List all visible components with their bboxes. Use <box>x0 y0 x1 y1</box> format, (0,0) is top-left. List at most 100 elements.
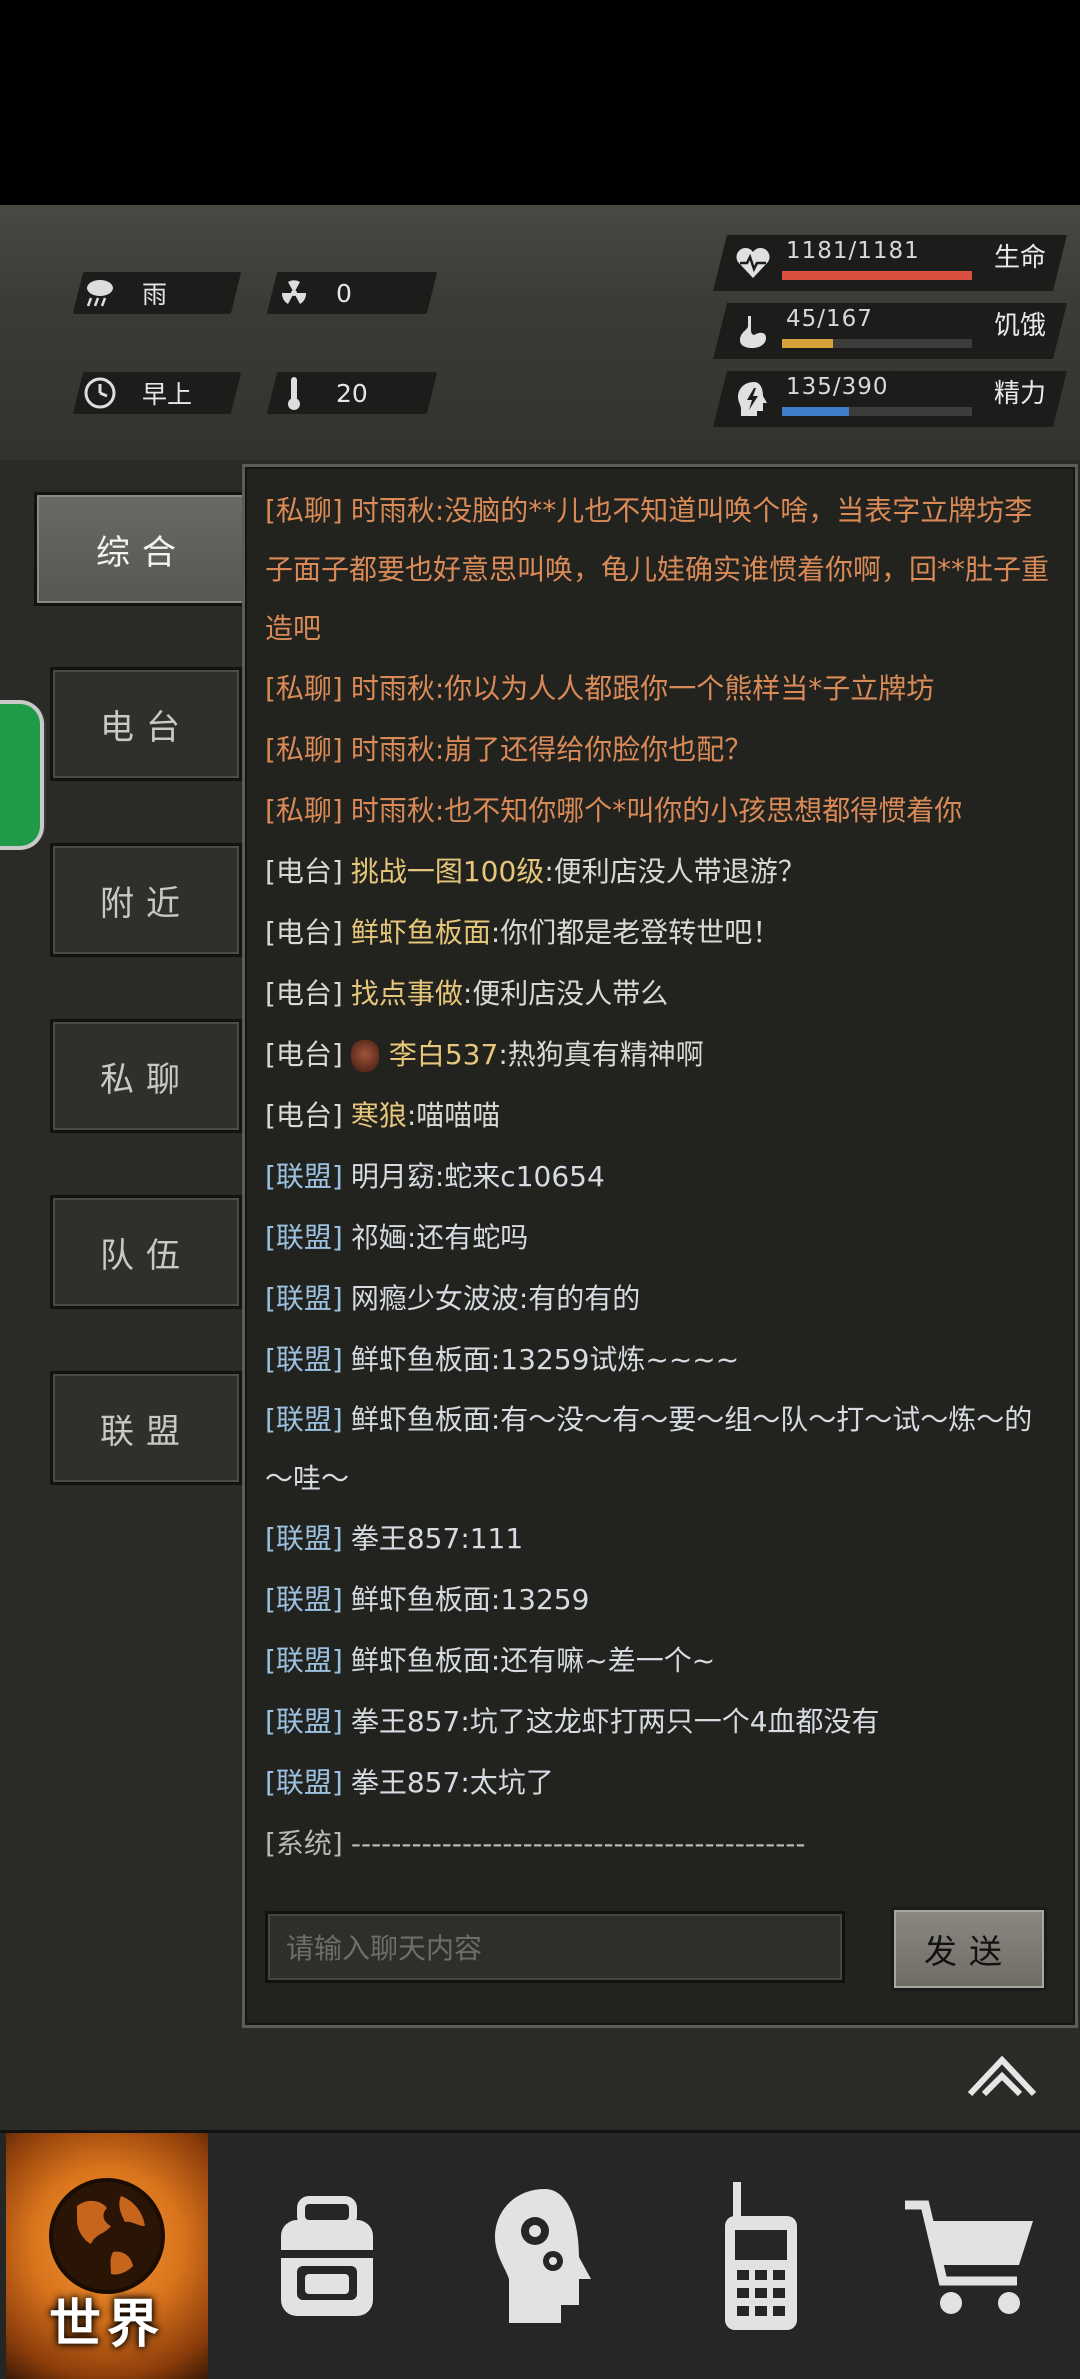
channel-tag: [联盟] <box>265 1282 343 1315</box>
sender-name[interactable]: 挑战一图100级 <box>351 855 544 888</box>
message-text: :还有蛇吗 <box>406 1221 529 1254</box>
chat-message[interactable]: [联盟] 明月窈:蛇来c10654 <box>265 1146 1055 1207</box>
message-text: :便利店没人带么 <box>462 977 669 1010</box>
tab-general[interactable]: 综合 <box>34 492 250 606</box>
chat-message[interactable]: [电台] 寒狼:喵喵喵 <box>265 1085 1055 1146</box>
message-text: ----------------------------------------… <box>350 1827 806 1860</box>
life-value: 1181/1181 <box>786 238 920 264</box>
sender-name[interactable]: 拳王857 <box>351 1705 460 1738</box>
tab-radio[interactable]: 电台 <box>50 667 242 781</box>
tab-private[interactable]: 私聊 <box>50 1019 242 1133</box>
chat-message[interactable]: [联盟] 鲜虾鱼板面:还有嘛~差一个~ <box>265 1630 1055 1691</box>
message-text: :也不知你哪个*叫你的小孩思想都得惯着你 <box>434 794 963 827</box>
hunger-label: 饥饿 <box>994 311 1047 341</box>
message-text: :你以为人人都跟你一个熊样当*子立牌坊 <box>434 672 935 705</box>
tab-alliance[interactable]: 联盟 <box>50 1371 242 1485</box>
chat-message[interactable]: [联盟] 拳王857:太坑了 <box>265 1752 1055 1813</box>
channel-tag: [私聊] <box>265 733 343 766</box>
heart-icon <box>734 244 772 282</box>
nav-radio-button[interactable] <box>654 2133 864 2379</box>
collapse-chevron-icon[interactable] <box>966 2050 1038 2100</box>
chat-message[interactable]: [联盟] 鲜虾鱼板面:13259 <box>265 1569 1055 1630</box>
sender-name[interactable]: 寒狼 <box>351 1099 407 1132</box>
life-label: 生命 <box>994 243 1047 273</box>
chat-message[interactable]: [联盟] 鲜虾鱼板面:13259试炼~~~~ <box>265 1329 1055 1390</box>
sender-name[interactable]: 拳王857 <box>351 1766 460 1799</box>
chat-message[interactable]: [电台] 找点事做:便利店没人带么 <box>265 963 1055 1024</box>
sender-name[interactable]: 鲜虾鱼板面 <box>351 1403 491 1436</box>
chat-input[interactable]: 请输入聊天内容 <box>265 1911 845 1983</box>
nav-shop-button[interactable] <box>866 2133 1076 2379</box>
life-fill <box>782 271 972 280</box>
message-text: :你们都是老登转世吧！ <box>490 916 781 949</box>
channel-tag: [联盟] <box>265 1644 343 1677</box>
sender-name[interactable]: 明月窈 <box>351 1160 435 1193</box>
chat-message[interactable]: [联盟] 拳王857:111 <box>265 1508 1055 1569</box>
weather-text: 雨 <box>142 280 168 309</box>
message-text: :喵喵喵 <box>406 1099 501 1132</box>
chat-message[interactable]: [电台] 挑战一图100级:便利店没人带退游？ <box>265 841 1055 902</box>
chat-message[interactable]: [电台] 李白537:热狗真有精神啊 <box>265 1024 1055 1085</box>
bottom-navigation: 世界 <box>0 2130 1080 2379</box>
chat-panel: [私聊] 时雨秋:没脑的**儿也不知道叫唤个啥，当表字立牌坊李子面子都要也好意思叫… <box>242 464 1078 2028</box>
channel-tag: [联盟] <box>265 1403 343 1436</box>
sender-name[interactable]: 鲜虾鱼板面 <box>351 1644 491 1677</box>
sender-name[interactable]: 时雨秋 <box>351 794 435 827</box>
hunger-value: 45/167 <box>786 306 873 332</box>
channel-tag: [联盟] <box>265 1522 343 1555</box>
nav-world-button[interactable]: 世界 <box>6 2133 208 2379</box>
message-text: :111 <box>460 1522 524 1555</box>
chat-message[interactable]: [电台] 鲜虾鱼板面:你们都是老登转世吧！ <box>265 902 1055 963</box>
chat-message-list[interactable]: [私聊] 时雨秋:没脑的**儿也不知道叫唤个啥，当表字立牌坊李子面子都要也好意思叫… <box>265 481 1055 1895</box>
sender-name[interactable]: 时雨秋 <box>351 733 435 766</box>
sender-name[interactable]: 鲜虾鱼板面 <box>351 1343 491 1376</box>
radiation-indicator: 0 <box>266 272 438 314</box>
send-button[interactable]: 发送 <box>891 1907 1047 1991</box>
chat-message[interactable]: [联盟] 网瘾少女波波:有的有的 <box>265 1268 1055 1329</box>
channel-tag: [电台] <box>265 916 343 949</box>
message-text: :崩了还得给你脸你也配？ <box>434 733 753 766</box>
chat-message[interactable]: [联盟] 祁婳:还有蛇吗 <box>265 1207 1055 1268</box>
channel-tag: [电台] <box>265 1038 343 1071</box>
message-text: :便利店没人带退游？ <box>544 855 806 888</box>
sender-name[interactable]: 时雨秋 <box>351 672 435 705</box>
nav-backpack-button[interactable] <box>222 2133 432 2379</box>
rain-cloud-icon <box>78 275 122 311</box>
floating-assistant-button[interactable] <box>0 700 44 850</box>
sender-name[interactable]: 李白537 <box>389 1038 498 1071</box>
energy-label: 精力 <box>994 379 1047 409</box>
chat-message[interactable]: [私聊] 时雨秋:崩了还得给你脸你也配？ <box>265 719 1055 780</box>
message-text: :13259 <box>490 1583 590 1616</box>
sender-name[interactable]: 时雨秋 <box>351 494 435 527</box>
channel-tag: [联盟] <box>265 1221 343 1254</box>
message-text: :热狗真有精神啊 <box>498 1038 704 1071</box>
nav-world-label: 世界 <box>48 2295 165 2355</box>
channel-tag: [联盟] <box>265 1705 343 1738</box>
sender-name[interactable]: 祁婳 <box>351 1221 407 1254</box>
channel-tag: [联盟] <box>265 1766 343 1799</box>
chat-message[interactable]: [私聊] 时雨秋:没脑的**儿也不知道叫唤个啥，当表字立牌坊李子面子都要也好意思叫… <box>265 481 1055 658</box>
weather-indicator: 雨 <box>72 272 242 314</box>
radiation-value: 0 <box>336 278 352 308</box>
backpack-icon <box>281 2196 373 2316</box>
chat-message[interactable]: [联盟] 拳王857:坑了这龙虾打两只一个4血都没有 <box>265 1691 1055 1752</box>
chat-message[interactable]: [私聊] 时雨秋:你以为人人都跟你一个熊样当*子立牌坊 <box>265 658 1055 719</box>
walkie-talkie-icon <box>725 2182 797 2330</box>
sender-name[interactable]: 网瘾少女波波 <box>351 1282 519 1315</box>
tab-team[interactable]: 队伍 <box>50 1195 242 1309</box>
channel-tag: [电台] <box>265 1099 343 1132</box>
nav-skills-button[interactable] <box>438 2133 648 2379</box>
sender-name[interactable]: 找点事做 <box>351 977 463 1010</box>
chat-message[interactable]: [私聊] 时雨秋:也不知你哪个*叫你的小孩思想都得惯着你 <box>265 780 1055 841</box>
tab-nearby[interactable]: 附近 <box>50 843 242 957</box>
channel-tag: [电台] <box>265 977 343 1010</box>
sender-name[interactable]: 鲜虾鱼板面 <box>351 916 491 949</box>
chat-message[interactable]: [系统] ------------------------------------… <box>265 1813 1055 1874</box>
chat-message[interactable]: [联盟] 鲜虾鱼板面:有～没～有～要～组～队～打～试～炼～的～哇～ <box>265 1390 1055 1508</box>
sender-name[interactable]: 拳王857 <box>351 1522 460 1555</box>
sender-avatar-icon[interactable] <box>350 1040 379 1072</box>
top-blank-area <box>0 0 1080 205</box>
clock-icon <box>78 375 122 411</box>
radiation-icon <box>272 275 316 311</box>
sender-name[interactable]: 鲜虾鱼板面 <box>351 1583 491 1616</box>
